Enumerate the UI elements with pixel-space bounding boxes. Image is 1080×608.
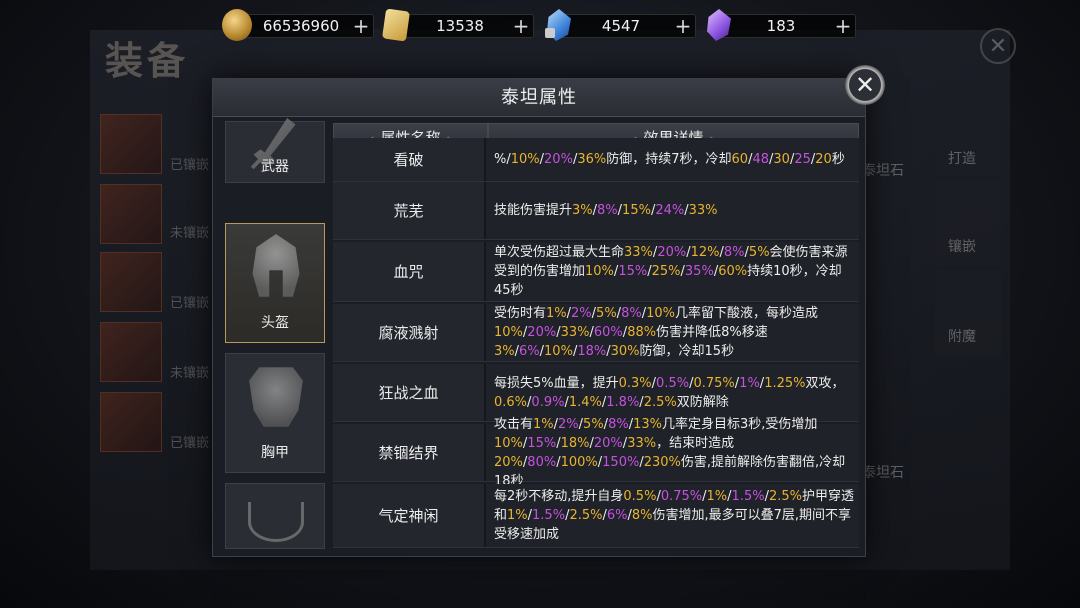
table-row: 气定神闲 每2秒不移动,提升自身0.5%/0.75%/1%/1.5%/2.5%护甲… [333, 484, 859, 548]
equip-thumb [100, 392, 162, 452]
category-label: 武器 [261, 159, 289, 175]
desc-text: 攻击有1%/2%/5%/8%/13%几率定身目标3秒,受伤增加10%/15%/1… [494, 416, 846, 489]
attribute-desc: 单次受伤超过最大生命33%/20%/12%/8%/5%会使伤害来源受到的伤害增加… [486, 242, 859, 301]
category-chest[interactable]: 胸甲 [225, 353, 325, 473]
equip-thumb [100, 322, 162, 382]
blue-crystal-value: 4547 [601, 17, 641, 35]
gold-coin-icon [222, 9, 252, 41]
desc-text: 每损失5%血量，提升0.3%/0.5%/0.75%/1%/1.25%双攻，0.6… [494, 375, 845, 410]
attribute-name: 狂战之血 [333, 364, 486, 421]
equip-thumb [100, 184, 162, 244]
desc-text: %/10%/20%/36%防御，持续7秒，冷却60/48/30/25/20秒 [494, 152, 845, 167]
equip-status: 已镶嵌 [170, 436, 210, 451]
stone-label: 泰坦石 [862, 465, 904, 481]
equip-status: 已镶嵌 [170, 296, 210, 311]
attribute-name: 荒芜 [333, 182, 486, 239]
category-weapon[interactable]: 武器 [225, 118, 325, 183]
attribute-desc: 技能伤害提升3%/8%/15%/24%/33% [486, 182, 859, 239]
attribute-name: 看破 [333, 138, 486, 181]
equipment-title: 装备 [105, 39, 190, 83]
attribute-name: 腐液溅射 [333, 304, 486, 361]
add-blue-crystal-button[interactable]: + [672, 14, 694, 38]
desc-text: 受伤时有1%/2%/5%/8%/10%几率留下酸液，每秒造成10%/20%/33… [494, 306, 818, 359]
necklace-icon [248, 502, 304, 542]
table-row: 禁锢结界 攻击有1%/2%/5%/8%/13%几率定身目标3秒,受伤增加10%/1… [333, 417, 859, 489]
equip-thumb [100, 252, 162, 312]
category-label: 头盔 [261, 315, 289, 331]
category-label: 胸甲 [261, 445, 289, 461]
category-necklace[interactable] [225, 483, 325, 549]
scroll-icon [382, 8, 410, 42]
attribute-desc: 受伤时有1%/2%/5%/8%/10%几率留下酸液，每秒造成10%/20%/33… [486, 304, 859, 361]
lock-icon [545, 28, 555, 38]
helmet-icon [252, 234, 300, 297]
equip-status: 已镶嵌 [170, 158, 210, 173]
attribute-desc: 每损失5%血量，提升0.3%/0.5%/0.75%/1%/1.25%双攻，0.6… [486, 364, 859, 421]
tab-forge-label: 打造 [948, 151, 976, 167]
table-row: 腐液溅射 受伤时有1%/2%/5%/8%/10%几率留下酸液，每秒造成10%/20… [333, 304, 859, 362]
attribute-name: 禁锢结界 [333, 424, 486, 481]
equip-status: 未镶嵌 [170, 226, 210, 241]
tab-inlay-label: 镶嵌 [948, 239, 976, 255]
attribute-desc: 攻击有1%/2%/5%/8%/13%几率定身目标3秒,受伤增加10%/15%/1… [486, 417, 859, 489]
stone-label: 泰坦石 [862, 163, 904, 179]
attribute-desc: 每2秒不移动,提升自身0.5%/0.75%/1%/1.5%/2.5%护甲穿透和1… [486, 484, 859, 547]
close-icon: ✕ [854, 71, 876, 99]
desc-text: 每2秒不移动,提升自身0.5%/0.75%/1%/1.5%/2.5%护甲穿透和1… [494, 489, 855, 542]
dialog-header: 泰坦属性 [213, 79, 865, 117]
attribute-desc: %/10%/20%/36%防御，持续7秒，冷却60/48/30/25/20秒 [486, 138, 859, 181]
purple-crystal-value: 183 [766, 17, 796, 35]
equip-status: 未镶嵌 [170, 366, 210, 381]
attribute-table[interactable]: ◈属性名称◈ ◈效果详情◈ 看破%/10%/20%/36%防御，持续7秒，冷却6… [333, 123, 859, 549]
dialog-title: 泰坦属性 [501, 87, 577, 108]
table-row: 血咒 单次受伤超过最大生命33%/20%/12%/8%/5%会使伤害来源受到的伤害… [333, 242, 859, 302]
desc-text: 技能伤害提升3%/8%/15%/24%/33% [494, 203, 718, 218]
add-gold-button[interactable]: + [350, 14, 372, 38]
category-helmet[interactable]: 头盔 [225, 223, 325, 343]
desc-text: 单次受伤超过最大生命33%/20%/12%/8%/5%会使伤害来源受到的伤害增加… [494, 245, 848, 298]
add-purple-crystal-button[interactable]: + [832, 14, 854, 38]
chest-armor-icon [249, 367, 303, 427]
background-close-button: ✕ [980, 28, 1016, 64]
table-row: 看破 %/10%/20%/36%防御，持续7秒，冷却60/48/30/25/20秒 [333, 138, 859, 182]
table-row: 狂战之血 每损失5%血量，提升0.3%/0.5%/0.75%/1%/1.25%双攻… [333, 364, 859, 422]
attribute-name: 气定神闲 [333, 484, 486, 547]
close-button[interactable]: ✕ [845, 65, 885, 105]
equip-thumb [100, 114, 162, 174]
table-row: 荒芜 技能伤害提升3%/8%/15%/24%/33% [333, 182, 859, 240]
scroll-value: 13538 [436, 17, 484, 35]
titan-attributes-dialog: 泰坦属性 ✕ 武器 头盔 胸甲 ◈属性名称◈ ◈效果详情◈ 看破%/10%/20… [212, 65, 885, 557]
add-scroll-button[interactable]: + [510, 14, 532, 38]
attribute-name: 血咒 [333, 242, 486, 301]
gold-value: 66536960 [262, 17, 340, 35]
tab-enchant-label: 附魔 [948, 329, 976, 345]
